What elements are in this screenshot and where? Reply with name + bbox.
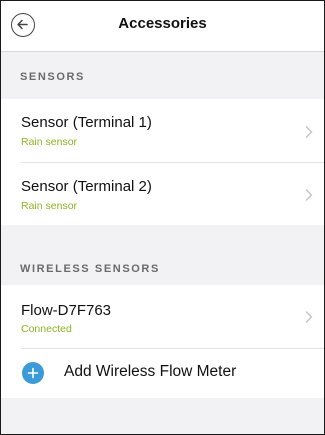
list-item-status: Rain sensor bbox=[21, 200, 78, 212]
chevron-right-icon bbox=[305, 126, 313, 138]
list-item-title: Flow-D7F763 bbox=[21, 302, 112, 319]
chevron-right-icon bbox=[305, 311, 313, 323]
list-item-title: Sensor (Terminal 2) bbox=[21, 178, 152, 195]
section-header-wireless-sensors: WIRELESS SENSORS bbox=[20, 263, 160, 275]
list-item-sensor-terminal-2[interactable]: Sensor (Terminal 2) Rain sensor bbox=[1, 163, 324, 225]
list-item-flow-d7f763[interactable]: Flow-D7F763 Connected bbox=[1, 285, 324, 348]
plus-icon bbox=[22, 362, 44, 384]
add-wireless-flow-meter-label: Add Wireless Flow Meter bbox=[64, 363, 237, 380]
page-title: Accessories bbox=[118, 15, 207, 32]
section-header-sensors: SENSORS bbox=[20, 71, 85, 83]
wireless-sensors-list: Flow-D7F763 Connected Add Wireless Flow … bbox=[1, 285, 324, 398]
list-item-status: Connected bbox=[21, 323, 72, 335]
list-item-title: Sensor (Terminal 1) bbox=[21, 114, 152, 131]
list-item-sensor-terminal-1[interactable]: Sensor (Terminal 1) Rain sensor bbox=[1, 99, 324, 162]
chevron-right-icon bbox=[305, 189, 313, 201]
nav-header: Accessories bbox=[1, 1, 324, 52]
add-wireless-flow-meter-button[interactable]: Add Wireless Flow Meter bbox=[1, 349, 324, 398]
list-item-status: Rain sensor bbox=[21, 136, 78, 148]
sensors-list: Sensor (Terminal 1) Rain sensor Sensor (… bbox=[1, 99, 324, 225]
accessories-screen: Accessories SENSORS Sensor (Terminal 1) … bbox=[0, 0, 325, 435]
